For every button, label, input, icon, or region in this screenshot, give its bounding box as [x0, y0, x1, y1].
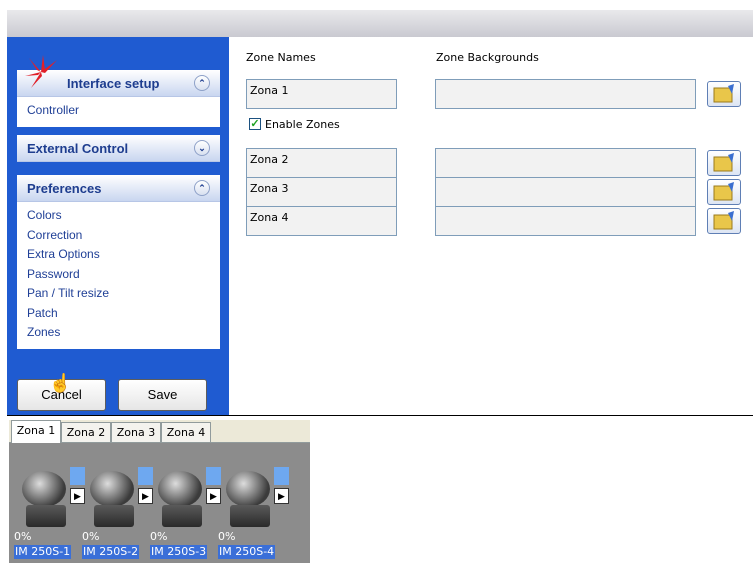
folder-open-icon [713, 182, 734, 201]
app-logo-icon [25, 55, 57, 88]
zone-name-field-4[interactable]: Zona 4 [246, 206, 397, 236]
browse-background-button-3[interactable] [707, 179, 741, 205]
tab-zona-2[interactable]: Zona 2 [61, 422, 111, 442]
sidebar-item-correction[interactable]: Correction [17, 226, 220, 246]
zone-background-field-2[interactable] [435, 148, 696, 178]
settings-window: Interface setup ⌃ Controller External Co… [7, 37, 753, 416]
fixture-3[interactable]: ▶ 0% IM 250S-3 [148, 443, 221, 563]
fixture-1[interactable]: ▶ 0% IM 250S-1 [12, 443, 85, 563]
fixture-color-swatch [274, 467, 289, 485]
chevron-up-icon[interactable]: ⌃ [194, 75, 210, 91]
fixture-label: IM 250S-4 [218, 545, 276, 559]
sidebar-item-zones[interactable]: Zones [17, 323, 220, 343]
sidebar-item-colors[interactable]: Colors [17, 206, 220, 226]
panel-title: External Control [27, 141, 129, 156]
sidebar-item-controller[interactable]: Controller [17, 101, 220, 121]
fixture-2[interactable]: ▶ 0% IM 250S-2 [80, 443, 153, 563]
settings-sidebar: Interface setup ⌃ Controller External Co… [7, 37, 229, 415]
sidebar-item-password[interactable]: Password [17, 265, 220, 285]
zone-background-field-4[interactable] [435, 206, 696, 236]
zone-name-field-1[interactable]: Zona 1 [246, 79, 397, 109]
moving-head-icon [158, 471, 202, 507]
chevron-down-icon[interactable]: ⌄ [194, 140, 210, 156]
zone-background-field-1[interactable] [435, 79, 696, 109]
panel-title: Preferences [27, 181, 102, 196]
panel-header-preferences[interactable]: Preferences ⌃ [17, 175, 220, 202]
enable-zones-label: Enable Zones [265, 118, 340, 131]
window-title-bar [7, 10, 753, 38]
fixture-base [94, 505, 134, 527]
browse-background-button-1[interactable] [707, 81, 741, 107]
fixture-label: IM 250S-2 [82, 545, 140, 559]
fixture-4[interactable]: ▶ 0% IM 250S-4 [216, 443, 289, 563]
folder-open-icon [713, 211, 734, 230]
moving-head-icon [90, 471, 134, 507]
fixture-label: IM 250S-1 [14, 545, 72, 559]
fixture-label: IM 250S-3 [150, 545, 208, 559]
panel-header-external-control[interactable]: External Control ⌄ [17, 135, 220, 162]
tab-zona-1[interactable]: Zona 1 [11, 420, 61, 443]
browse-background-button-2[interactable] [707, 150, 741, 176]
chevron-up-icon[interactable]: ⌃ [194, 180, 210, 196]
zone-tab-bar: Zona 1 Zona 2 Zona 3 Zona 4 [9, 420, 310, 443]
tab-zona-4[interactable]: Zona 4 [161, 422, 211, 442]
zone-name-field-3[interactable]: Zona 3 [246, 177, 397, 207]
fixture-intensity: 0% [14, 530, 32, 543]
fixture-intensity: 0% [82, 530, 100, 543]
zone-names-header: Zone Names [246, 51, 316, 64]
save-button[interactable]: Save [118, 379, 207, 411]
play-arrow-icon[interactable]: ▶ [274, 488, 289, 504]
fixture-base [230, 505, 270, 527]
hand-cursor-icon: ☝ [49, 373, 72, 393]
panel-preferences: Preferences ⌃ Colors Correction Extra Op… [17, 175, 220, 349]
browse-background-button-4[interactable] [707, 208, 741, 234]
folder-open-icon [713, 84, 734, 103]
zone-backgrounds-header: Zone Backgrounds [436, 51, 539, 64]
sidebar-item-pan-tilt-resize[interactable]: Pan / Tilt resize [17, 284, 220, 304]
panel-title: Interface setup [67, 76, 160, 91]
fixture-base [26, 505, 66, 527]
fixture-base [162, 505, 202, 527]
zone-background-field-3[interactable] [435, 177, 696, 207]
panel-external-control: External Control ⌄ [17, 135, 220, 162]
tab-zona-3[interactable]: Zona 3 [111, 422, 161, 442]
moving-head-icon [22, 471, 66, 507]
fixture-intensity: 0% [218, 530, 236, 543]
sidebar-item-patch[interactable]: Patch [17, 304, 220, 324]
fixture-intensity: 0% [150, 530, 168, 543]
zone-preview-area: ▶ 0% IM 250S-1 ▶ 0% IM 250S-2 ▶ 0% IM 25… [9, 443, 310, 563]
sidebar-item-extra-options[interactable]: Extra Options [17, 245, 220, 265]
zone-name-field-2[interactable]: Zona 2 [246, 148, 397, 178]
enable-zones-checkbox[interactable]: ✓ [249, 118, 261, 130]
folder-open-icon [713, 153, 734, 172]
moving-head-icon [226, 471, 270, 507]
